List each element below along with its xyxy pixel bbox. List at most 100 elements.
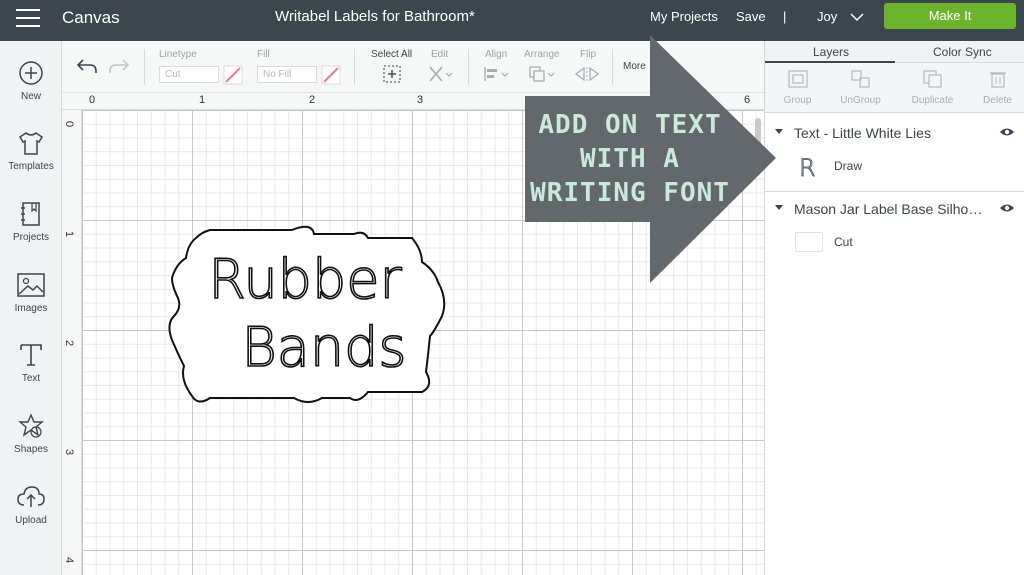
layer-item-draw[interactable]: R Draw bbox=[765, 147, 1024, 187]
eye-icon[interactable] bbox=[999, 126, 1015, 138]
tab-color-sync[interactable]: Color Sync bbox=[933, 45, 992, 59]
sidebar-item-label: Text bbox=[21, 373, 41, 384]
fill-select[interactable]: No Fill bbox=[257, 66, 317, 83]
group-button[interactable]: Group bbox=[765, 63, 830, 113]
fill-color-swatch-icon[interactable] bbox=[321, 65, 341, 85]
make-it-button[interactable]: Make It bbox=[884, 3, 1016, 29]
group-icon bbox=[787, 70, 808, 88]
edit-tools-icon[interactable] bbox=[428, 65, 454, 83]
hamburger-menu-icon[interactable] bbox=[16, 9, 40, 29]
select-all-label: Select All bbox=[371, 49, 413, 60]
shapes-icon bbox=[18, 413, 44, 438]
collapse-caret-icon[interactable] bbox=[775, 129, 783, 134]
layer-group-title: Text - Little White Lies bbox=[794, 125, 931, 141]
sidebar-item-shapes[interactable]: Shapes bbox=[0, 413, 62, 455]
user-menu[interactable]: Joy bbox=[817, 9, 837, 24]
sidebar-item-label: Shapes bbox=[14, 444, 48, 455]
callout-line: ADD ON TEXT bbox=[538, 110, 722, 140]
tab-layers[interactable]: Layers bbox=[813, 45, 849, 59]
image-icon bbox=[17, 273, 45, 297]
edit-toolbar: Linetype Cut Fill No Fill Select All Edi… bbox=[62, 41, 764, 93]
save-link[interactable]: Save bbox=[736, 9, 766, 24]
trash-icon bbox=[989, 72, 1006, 88]
canvas-scrollbar[interactable] bbox=[755, 118, 761, 152]
sidebar-item-label: Projects bbox=[12, 232, 50, 243]
cut-layer-swatch bbox=[795, 232, 823, 252]
edit-label: Edit bbox=[431, 49, 449, 60]
select-all-icon[interactable] bbox=[383, 65, 401, 83]
sidebar-item-label: Templates bbox=[8, 161, 54, 172]
text-t-icon bbox=[20, 344, 42, 366]
layer-item-cut[interactable]: Cut bbox=[765, 223, 1024, 263]
ruler-mark: 2 bbox=[63, 339, 76, 347]
sidebar-item-upload[interactable]: Upload bbox=[0, 484, 62, 526]
chevron-down-icon[interactable] bbox=[850, 13, 864, 22]
panel-tabs: Layers Color Sync bbox=[765, 41, 1024, 63]
undo-icon[interactable] bbox=[76, 57, 98, 75]
sidebar-item-new[interactable]: New bbox=[0, 60, 62, 102]
ruler-mark: 0 bbox=[63, 120, 76, 128]
ruler-mark: 1 bbox=[199, 94, 206, 106]
ruler-mark: 3 bbox=[417, 94, 424, 106]
duplicate-label: Duplicate bbox=[911, 95, 954, 106]
duplicate-icon bbox=[922, 70, 942, 88]
ungroup-icon bbox=[850, 70, 870, 88]
ruler-mark: 1 bbox=[63, 230, 76, 238]
layer-item-label: Cut bbox=[834, 235, 853, 249]
delete-label: Delete bbox=[983, 95, 1012, 106]
ruler-mark: 3 bbox=[63, 448, 76, 456]
sidebar-item-templates[interactable]: Templates bbox=[0, 130, 62, 172]
layers-panel: Layers Color Sync Group UnGroup Duplicat… bbox=[764, 41, 1024, 575]
sidebar-item-label: New bbox=[20, 91, 41, 102]
callout-line: WITH A bbox=[580, 144, 680, 174]
document-title[interactable]: Writabel Labels for Bathroom* bbox=[275, 8, 475, 25]
align-label: Align bbox=[485, 49, 508, 60]
left-sidebar: New Templates Projects Images Text Shape… bbox=[0, 41, 62, 575]
left-ruler: 0 1 2 3 4 bbox=[62, 110, 82, 575]
linetype-color-swatch-icon[interactable] bbox=[223, 65, 243, 85]
layer-group-text[interactable]: Text - Little White Lies bbox=[765, 119, 1024, 147]
app-title: Canvas bbox=[62, 8, 120, 27]
notebook-icon bbox=[21, 202, 40, 226]
flip-icon[interactable] bbox=[574, 65, 604, 83]
label-text-line-2[interactable]: Bands bbox=[241, 315, 408, 380]
align-icon[interactable] bbox=[483, 65, 511, 83]
sidebar-item-projects[interactable]: Projects bbox=[0, 201, 62, 243]
delete-button[interactable]: Delete bbox=[965, 63, 1024, 113]
callout-line: WRITING FONT bbox=[530, 178, 730, 208]
ungroup-button[interactable]: UnGroup bbox=[828, 63, 893, 113]
top-bar: Canvas Writabel Labels for Bathroom* My … bbox=[0, 0, 1024, 41]
my-projects-link[interactable]: My Projects bbox=[650, 9, 718, 24]
linetype-select[interactable]: Cut bbox=[159, 66, 219, 83]
layer-group-title: Mason Jar Label Base Silho… bbox=[794, 201, 983, 217]
fill-label: Fill bbox=[257, 49, 270, 60]
arrange-icon[interactable] bbox=[528, 65, 556, 83]
duplicate-button[interactable]: Duplicate bbox=[900, 63, 965, 113]
sidebar-item-text[interactable]: Text bbox=[0, 342, 62, 384]
flip-label: Flip bbox=[580, 49, 597, 60]
draw-layer-preview-icon: R bbox=[799, 154, 816, 181]
plus-circle-icon bbox=[19, 61, 43, 85]
group-label: Group bbox=[783, 95, 812, 106]
shirt-icon bbox=[18, 132, 44, 155]
sidebar-item-label: Upload bbox=[15, 515, 47, 526]
ruler-mark: 0 bbox=[89, 94, 96, 106]
collapse-caret-icon[interactable] bbox=[775, 205, 783, 210]
more-button[interactable]: More bbox=[623, 61, 646, 72]
eye-icon[interactable] bbox=[999, 202, 1015, 214]
svg-text:R: R bbox=[799, 154, 816, 181]
sidebar-item-images[interactable]: Images bbox=[0, 272, 62, 314]
layer-item-label: Draw bbox=[834, 159, 863, 173]
ruler-mark: 4 bbox=[63, 556, 76, 564]
layer-tools: Group UnGroup Duplicate Delete bbox=[765, 63, 1024, 113]
layer-group-mason-jar[interactable]: Mason Jar Label Base Silho… bbox=[765, 195, 1024, 223]
ungroup-label: UnGroup bbox=[840, 95, 881, 106]
linetype-label: Linetype bbox=[159, 49, 197, 60]
cloud-upload-icon bbox=[17, 486, 45, 507]
sidebar-item-label: Images bbox=[14, 303, 48, 314]
callout-text: ADD ON TEXT WITH A WRITING FONT bbox=[530, 108, 730, 210]
nav-separator: | bbox=[783, 9, 787, 24]
redo-icon[interactable] bbox=[108, 57, 130, 75]
ruler-mark: 6 bbox=[744, 94, 751, 106]
label-text-line-1[interactable]: Rubber bbox=[208, 247, 404, 312]
